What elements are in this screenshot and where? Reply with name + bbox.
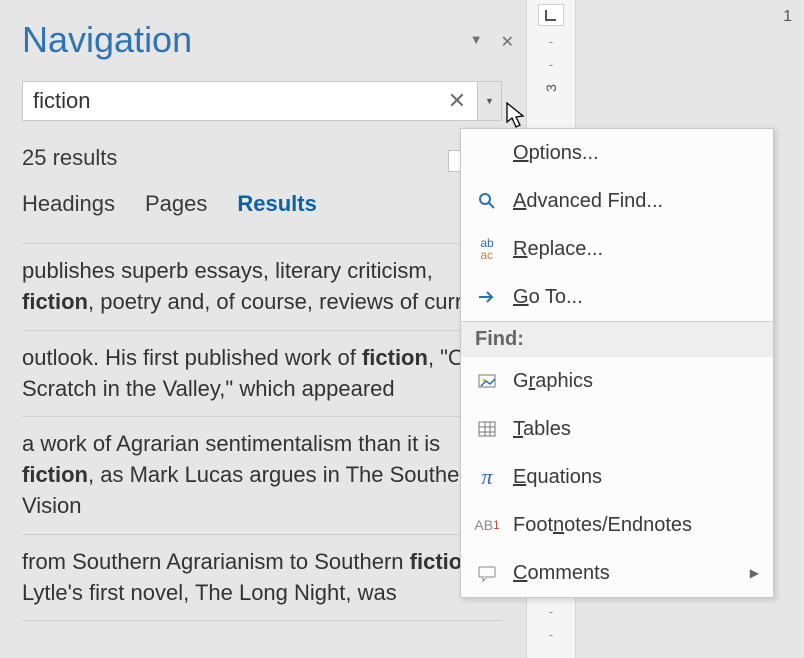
- search-box: ✕: [22, 81, 478, 121]
- menu-find-tables[interactable]: Tables: [461, 405, 773, 453]
- menu-label: Footnotes/Endnotes: [513, 514, 692, 537]
- snippet-post: , as Mark Lucas argues in The Southern V…: [22, 462, 479, 518]
- search-dropdown-menu: Options... Advanced Find... abac Replace…: [460, 128, 774, 598]
- ruler-number: 3: [543, 84, 559, 92]
- menu-label: Options...: [513, 142, 599, 165]
- picture-icon: [475, 371, 499, 391]
- menu-find-header: Find:: [461, 321, 773, 357]
- tab-pages[interactable]: Pages: [145, 191, 207, 217]
- search-result-item[interactable]: from Southern Agrarianism to Southern fi…: [22, 534, 502, 622]
- menu-find-footnotes[interactable]: AB1 Footnotes/Endnotes: [461, 501, 773, 549]
- search-icon: [475, 191, 499, 211]
- ruler-tick: -: [549, 57, 553, 72]
- menu-find-equations[interactable]: π Equations: [461, 453, 773, 501]
- ruler-tick: -: [549, 34, 553, 49]
- snippet-post: , poetry and, of course, reviews of curr…: [88, 289, 493, 314]
- ruler-tick: -: [549, 627, 553, 642]
- menu-find-comments[interactable]: Comments ▶: [461, 549, 773, 597]
- snippet-pre: publishes superb essays, literary critic…: [22, 258, 433, 283]
- footnote-icon: AB1: [475, 517, 499, 533]
- table-icon: [475, 419, 499, 439]
- menu-advanced-find[interactable]: Advanced Find...: [461, 177, 773, 225]
- comment-icon: [475, 563, 499, 583]
- menu-replace[interactable]: abac Replace...: [461, 225, 773, 273]
- menu-label: Go To...: [513, 286, 583, 309]
- menu-label: Comments: [513, 562, 610, 585]
- replace-icon: abac: [475, 237, 499, 261]
- pane-menu-caret-icon[interactable]: ▼: [470, 32, 483, 52]
- submenu-arrow-icon: ▶: [750, 566, 759, 580]
- pi-icon: π: [475, 464, 499, 490]
- ruler-tick: -: [549, 604, 553, 619]
- clear-search-button[interactable]: ✕: [437, 82, 477, 120]
- menu-label: Tables: [513, 418, 571, 441]
- menu-label: Advanced Find...: [513, 190, 663, 213]
- search-result-item[interactable]: a work of Agrarian sentimentalism than i…: [22, 416, 502, 533]
- goto-arrow-icon: [475, 287, 499, 307]
- snippet-pre: a work of Agrarian sentimentalism than i…: [22, 431, 440, 456]
- menu-find-graphics[interactable]: Graphics: [461, 357, 773, 405]
- tab-stop-button[interactable]: [538, 4, 564, 26]
- snippet-hit: fiction: [22, 289, 88, 314]
- result-count: 25 results: [22, 145, 502, 171]
- nav-tabs: Headings Pages Results: [22, 191, 502, 217]
- navigation-pane: Navigation ▼ ✕ ✕ ▼ 25 results Headings P…: [0, 0, 522, 658]
- pane-close-icon[interactable]: ✕: [501, 32, 514, 52]
- search-input[interactable]: [23, 84, 437, 118]
- menu-label: Graphics: [513, 370, 593, 393]
- snippet-hit: fiction: [362, 345, 428, 370]
- page-indicator: 1: [783, 8, 792, 26]
- snippet-pre: outlook. His first published work of: [22, 345, 362, 370]
- pane-title: Navigation: [22, 18, 502, 61]
- tab-results[interactable]: Results: [237, 191, 316, 217]
- menu-label: Equations: [513, 466, 602, 489]
- menu-goto[interactable]: Go To...: [461, 273, 773, 321]
- search-dropdown-button[interactable]: ▼: [478, 81, 502, 121]
- results-list: publishes superb essays, literary critic…: [22, 243, 502, 621]
- search-result-item[interactable]: outlook. His first published work of fic…: [22, 330, 502, 417]
- search-row: ✕ ▼: [22, 81, 502, 121]
- tab-headings[interactable]: Headings: [22, 191, 115, 217]
- menu-options[interactable]: Options...: [461, 129, 773, 177]
- snippet-pre: from Southern Agrarianism to Southern: [22, 549, 410, 574]
- search-result-item[interactable]: publishes superb essays, literary critic…: [22, 243, 502, 330]
- menu-label: Replace...: [513, 238, 603, 261]
- snippet-hit: fiction: [22, 462, 88, 487]
